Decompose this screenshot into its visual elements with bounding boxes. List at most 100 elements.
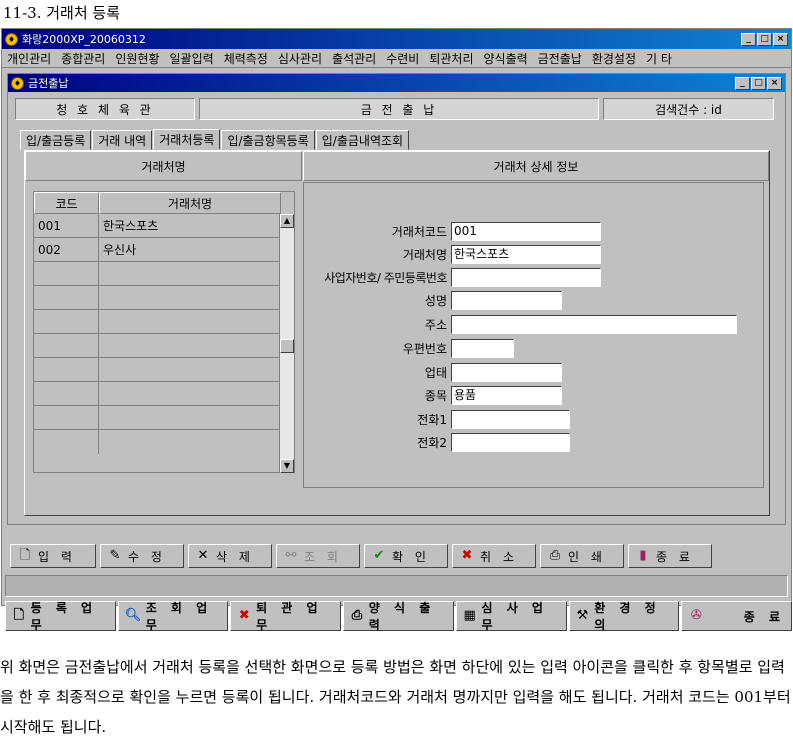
gym-name: 청 호 체 육 관 bbox=[15, 98, 195, 120]
delete-button[interactable]: ✕ 삭 제 bbox=[188, 544, 272, 568]
code-label: 거래처코드 bbox=[391, 225, 447, 239]
menu-batch[interactable]: 일괄입력 bbox=[165, 50, 219, 67]
confirm-button[interactable]: ✔ 확 인 bbox=[364, 544, 448, 568]
table-row[interactable] bbox=[34, 286, 294, 310]
new-page-icon: 🗋 bbox=[19, 548, 31, 563]
register-task-button[interactable]: 🗋 등 록 업 무 bbox=[5, 601, 116, 632]
menu-forms[interactable]: 양식출력 bbox=[479, 50, 533, 67]
table-row[interactable] bbox=[34, 334, 294, 358]
app-window: ♦ 화랑2000XP_20060312 _ □ × 개인관리 종합관리 인원현황… bbox=[1, 28, 793, 632]
table-row[interactable] bbox=[34, 358, 294, 382]
tab-vendor-register[interactable]: 거래처등록 bbox=[153, 129, 221, 149]
cancel-x-icon: ✖ bbox=[461, 548, 473, 563]
env-setup-button[interactable]: ⚒ 환 경 정 의 bbox=[568, 601, 680, 632]
menu-exam[interactable]: 심사관리 bbox=[273, 50, 327, 67]
person-field[interactable] bbox=[451, 291, 562, 310]
exit-door-icon: ▮ bbox=[639, 548, 647, 563]
table-row[interactable] bbox=[34, 406, 294, 430]
main-button-bar: 🗋 등 록 업 무 🔍︎ 조 회 업 무 ✖ 퇴 관 업 무 ⎙ 양 식 출 력 ▦ 심 … bbox=[5, 601, 793, 632]
printer-icon: ⎙ bbox=[351, 608, 363, 623]
name-label: 거래처명 bbox=[402, 248, 447, 262]
tab-transactions[interactable]: 거래 내역 bbox=[92, 130, 153, 150]
search-button[interactable]: ⚯ 조 회 bbox=[276, 544, 360, 568]
vendor-panel: 거래처명 거래처 상세 정보 코드 거래처명 001 한국스포츠 002 우신사 bbox=[24, 150, 770, 516]
tel1-field[interactable] bbox=[451, 410, 570, 429]
biztype-label: 업태 bbox=[424, 366, 447, 380]
row-name: 우신사 bbox=[99, 238, 281, 261]
menu-leave[interactable]: 퇴관처리 bbox=[424, 50, 478, 67]
minimize-button[interactable]: _ bbox=[741, 32, 756, 46]
leave-task-button[interactable]: ✖ 퇴 관 업 무 bbox=[230, 601, 342, 632]
forms-output-button[interactable]: ⎙ 양 식 출 력 bbox=[343, 601, 454, 632]
check-icon: ✔ bbox=[373, 548, 385, 563]
edit-icon: ✎ bbox=[109, 548, 121, 563]
vendor-detail-form: 거래처코드 001 거래처명 한국스포츠 사업자번호/ 주민등록번호 성명 주소 bbox=[303, 182, 764, 488]
menu-general[interactable]: 종합관리 bbox=[56, 50, 110, 67]
table-row[interactable] bbox=[34, 262, 294, 286]
exit-button[interactable]: ▮ 종 료 bbox=[628, 544, 712, 568]
app-title: 화랑2000XP_20060312 bbox=[22, 33, 146, 46]
item-field[interactable]: 용품 bbox=[451, 386, 562, 405]
tab-item-register[interactable]: 입/출금항목등록 bbox=[221, 130, 315, 150]
edit-button[interactable]: ✎ 수 정 bbox=[100, 544, 184, 568]
scroll-down-icon[interactable]: ▼ bbox=[280, 459, 294, 473]
printer-icon: ⎙ bbox=[549, 548, 561, 563]
action-toolbar: 🗋 입 력 ✎ 수 정 ✕ 삭 제 ⚯ 조 회 ✔ 확 인 ✖ 취 소 ⎙ 인 쇄 ▮ 종 료 bbox=[10, 544, 712, 568]
biztype-field[interactable] bbox=[451, 363, 562, 382]
input-button[interactable]: 🗋 입 력 bbox=[10, 544, 96, 568]
cancel-button[interactable]: ✖ 취 소 bbox=[452, 544, 536, 568]
menu-fees[interactable]: 수련비 bbox=[381, 50, 424, 67]
search-count: 검색건수 : id bbox=[603, 98, 774, 120]
child-close-button[interactable]: × bbox=[767, 76, 782, 90]
cash-logo-icon: ♦ bbox=[11, 76, 24, 90]
scroll-up-icon[interactable]: ▲ bbox=[280, 214, 294, 228]
tab-history-query[interactable]: 입/출금내역조회 bbox=[315, 130, 410, 150]
maximize-button[interactable]: □ bbox=[757, 32, 772, 46]
zip-label: 우편번호 bbox=[402, 342, 447, 356]
print-button[interactable]: ⎙ 인 쇄 bbox=[540, 544, 624, 568]
close-button[interactable]: × bbox=[773, 32, 788, 46]
vendor-list-title: 거래처명 bbox=[25, 151, 302, 181]
table-row[interactable] bbox=[34, 382, 294, 406]
tel1-label: 전화1 bbox=[417, 413, 447, 427]
grid-scrollbar[interactable]: ▲ ▼ bbox=[279, 214, 294, 473]
binoculars-icon: ⚯ bbox=[285, 548, 297, 563]
child-maximize-button[interactable]: □ bbox=[751, 76, 766, 90]
menu-fitness[interactable]: 체력측정 bbox=[219, 50, 273, 67]
x-icon: ✕ bbox=[197, 548, 209, 563]
scroll-thumb[interactable] bbox=[280, 339, 294, 353]
grid-header-name: 거래처명 bbox=[99, 192, 281, 214]
address-label: 주소 bbox=[424, 318, 447, 332]
table-row[interactable]: 001 한국스포츠 bbox=[34, 214, 294, 238]
table-row[interactable]: 002 우신사 bbox=[34, 238, 294, 262]
query-task-button[interactable]: 🔍︎ 조 회 업 무 bbox=[117, 601, 229, 632]
zip-field[interactable] bbox=[451, 339, 514, 358]
menubar: 개인관리 종합관리 인원현황 일괄입력 체력측정 심사관리 출석관리 수련비 퇴… bbox=[2, 49, 791, 68]
address-field[interactable] bbox=[451, 315, 737, 334]
name-field[interactable]: 한국스포츠 bbox=[451, 245, 601, 264]
calculator-icon: ▦ bbox=[463, 608, 476, 623]
tel2-field[interactable] bbox=[451, 433, 570, 452]
child-minimize-button[interactable]: _ bbox=[735, 76, 750, 90]
menu-settings[interactable]: 환경설정 bbox=[587, 50, 641, 67]
cash-title: 금전출납 bbox=[28, 77, 69, 90]
menu-members[interactable]: 인원현황 bbox=[110, 50, 164, 67]
menu-etc[interactable]: 기 타 bbox=[641, 50, 677, 67]
x-icon: ✖ bbox=[238, 608, 250, 623]
exit-app-button[interactable]: ✇ 종 료 bbox=[681, 601, 793, 631]
table-row[interactable] bbox=[34, 430, 294, 454]
table-row[interactable] bbox=[34, 310, 294, 334]
menu-personal[interactable]: 개인관리 bbox=[2, 50, 56, 67]
row-name: 한국스포츠 bbox=[99, 214, 281, 237]
exam-task-button[interactable]: ▦ 심 사 업 무 bbox=[455, 601, 567, 632]
tab-cash-entry[interactable]: 입/출금등록 bbox=[20, 130, 92, 150]
status-bar bbox=[5, 575, 788, 597]
vendor-detail-title: 거래처 상세 정보 bbox=[303, 151, 769, 181]
person-label: 성명 bbox=[424, 294, 447, 308]
tel2-label: 전화2 bbox=[417, 436, 447, 450]
code-field[interactable]: 001 bbox=[451, 222, 601, 241]
info-bar: 청 호 체 육 관 금 전 출 납 검색건수 : id bbox=[15, 98, 778, 120]
bizno-field[interactable] bbox=[451, 268, 601, 287]
menu-cash[interactable]: 금전출납 bbox=[533, 50, 587, 67]
menu-attendance[interactable]: 출석관리 bbox=[327, 50, 381, 67]
